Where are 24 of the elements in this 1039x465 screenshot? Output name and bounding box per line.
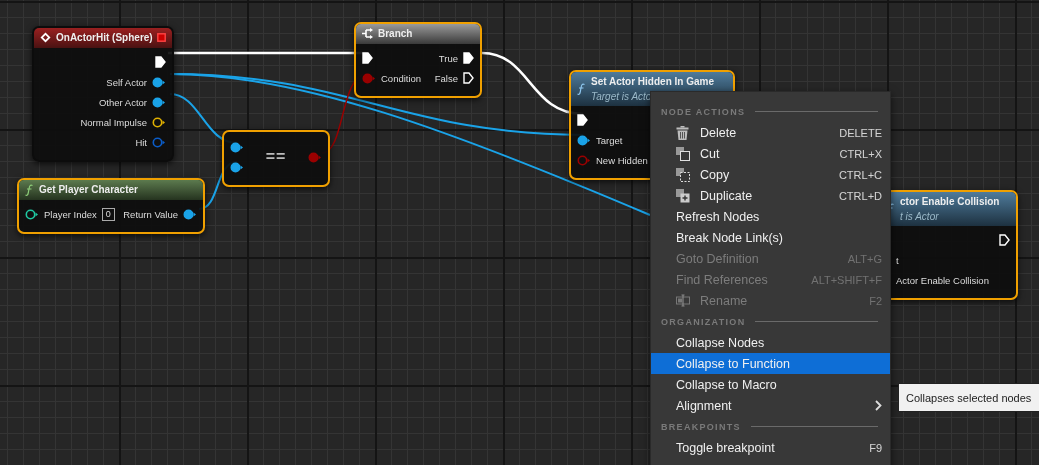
node-subtitle: t is Actor (900, 211, 940, 222)
pin-label: New Hidden (596, 154, 648, 166)
pin-label: Return Value (123, 208, 178, 220)
pin-label: Other Actor (98, 96, 147, 108)
node-title: Set Actor Hidden In Game (591, 75, 715, 88)
pin-label: t (896, 254, 899, 266)
pin-label: False (434, 72, 458, 84)
node-title: ctor Enable Collision (900, 195, 1001, 208)
pin-label: Hit (135, 136, 147, 148)
section-title: NODE ACTIONS (661, 106, 746, 117)
tooltip: Collapses selected nodes (898, 383, 1039, 412)
section-title: BREAKPOINTS (661, 421, 741, 432)
pin-label: Normal Impulse (80, 116, 147, 128)
node-title: OnActorHit (Sphere) (56, 31, 152, 44)
section-title: ORGANIZATION (661, 316, 746, 327)
pin-label: Condition (381, 72, 422, 84)
pin-label: Actor Enable Collision (896, 274, 989, 286)
pin-label: True (438, 52, 458, 64)
pin-label: Self Actor (106, 76, 147, 88)
operator-symbol: == (265, 148, 287, 166)
pin-label: Player Index (44, 208, 97, 220)
node-title: Get Player Character (39, 183, 139, 196)
node-title: Branch (378, 27, 414, 40)
pin-label: Target (596, 134, 623, 146)
